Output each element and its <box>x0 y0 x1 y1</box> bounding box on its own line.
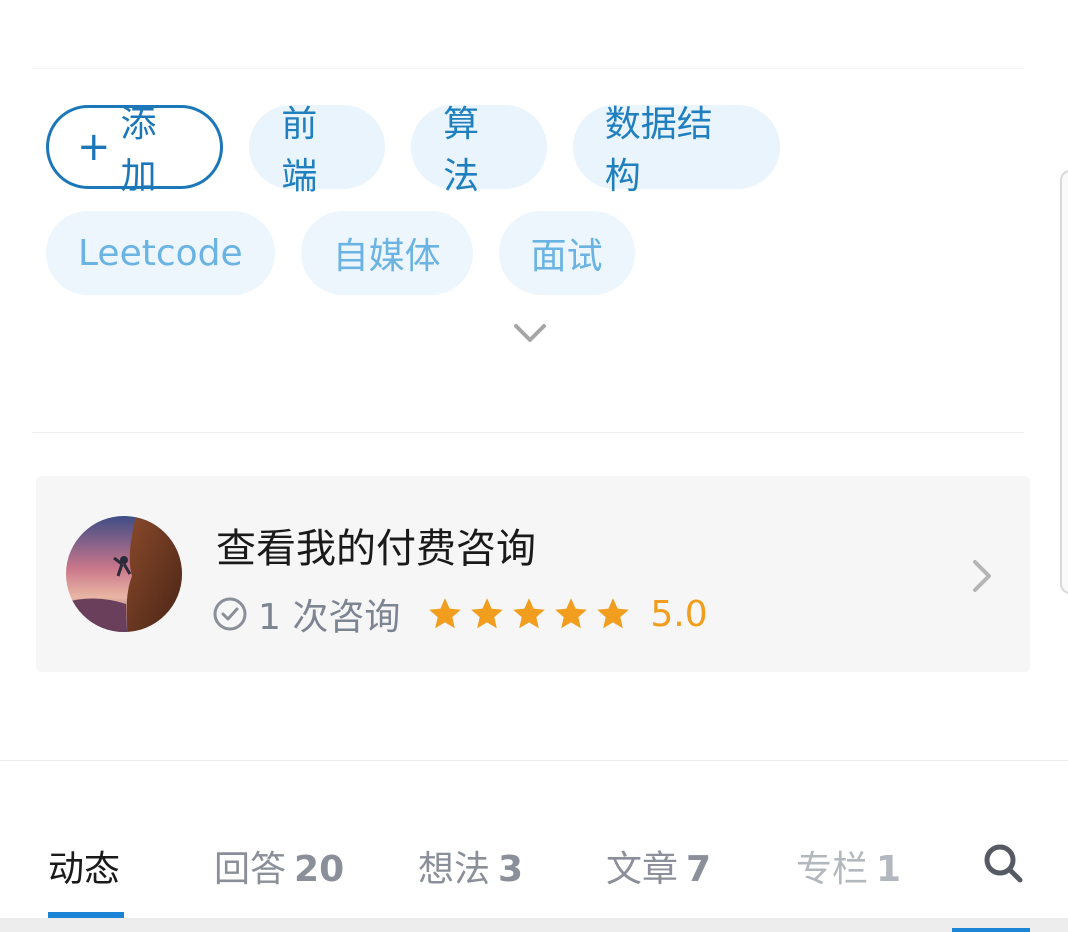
tab-activity[interactable]: 动态 <box>48 840 120 892</box>
tag-chip[interactable]: 面试 <box>498 211 635 295</box>
tab-label: 想法 <box>418 849 491 890</box>
star-icon <box>471 598 504 629</box>
divider <box>32 68 1024 69</box>
paid-consult-card[interactable]: 查看我的付费咨询 1 次咨询 5.0 <box>36 476 1030 672</box>
avatar <box>66 516 182 632</box>
tag-chip[interactable]: 算法 <box>411 104 547 197</box>
add-tag-button[interactable]: + 添加 <box>46 104 224 197</box>
search-icon[interactable] <box>982 842 1024 884</box>
divider <box>32 432 1024 433</box>
tag-label: 数据结构 <box>604 104 713 197</box>
tag-chip[interactable]: Leetcode <box>46 211 275 295</box>
rating-stars <box>426 595 636 633</box>
tag-row: + 添加 前端 算法 数据结构 <box>46 104 806 197</box>
bottom-accent <box>952 928 1030 932</box>
add-tag-label: 添加 <box>120 104 157 197</box>
tab-count: 3 <box>498 849 524 890</box>
tab-label: 回答 <box>214 849 287 890</box>
profile-page: + 添加 前端 算法 数据结构 Leetcode 自媒体 面试 查看我的付费咨询… <box>0 0 1068 932</box>
check-circle-icon <box>213 597 247 631</box>
star-icon <box>597 598 630 629</box>
star-icon <box>555 598 588 629</box>
plus-icon: + <box>77 124 111 170</box>
chevron-down-icon[interactable] <box>512 318 548 348</box>
tag-label: 自媒体 <box>332 236 441 277</box>
rating-value: 5.0 <box>650 593 708 635</box>
tag-label: 算法 <box>443 104 480 197</box>
star-icon <box>513 598 546 629</box>
side-handle[interactable] <box>1060 170 1068 594</box>
tag-chip[interactable]: 前端 <box>249 104 386 197</box>
star-icon <box>429 598 462 629</box>
tab-count: 1 <box>876 849 902 890</box>
tag-label: 面试 <box>530 236 603 277</box>
chevron-right-icon <box>973 560 991 592</box>
consult-meta: 1 次咨询 5.0 <box>212 590 708 638</box>
tag-section: + 添加 前端 算法 数据结构 Leetcode 自媒体 面试 <box>46 104 806 316</box>
profile-tabs: 动态 回答 20 想法 3 文章 7 专栏 1 <box>0 820 1068 918</box>
tab-answers[interactable]: 回答 20 <box>214 840 344 892</box>
tag-row: Leetcode 自媒体 面试 <box>46 210 806 296</box>
tab-count: 20 <box>294 849 345 890</box>
tab-label: 专栏 <box>796 849 869 890</box>
divider <box>0 760 1068 761</box>
tab-label: 动态 <box>48 849 121 890</box>
consult-count: 1 次咨询 <box>258 597 401 638</box>
tag-chip[interactable]: 数据结构 <box>572 104 780 197</box>
tag-label: Leetcode <box>78 232 243 274</box>
tab-count: 7 <box>686 849 712 890</box>
tab-thoughts[interactable]: 想法 3 <box>418 840 523 892</box>
tab-articles[interactable]: 文章 7 <box>606 840 711 892</box>
consult-title: 查看我的付费咨询 <box>216 526 536 572</box>
tag-chip[interactable]: 自媒体 <box>300 211 473 295</box>
tab-columns[interactable]: 专栏 1 <box>796 840 901 892</box>
tab-label: 文章 <box>606 849 679 890</box>
tag-label: 前端 <box>281 104 318 197</box>
bottom-bar <box>0 918 1068 932</box>
